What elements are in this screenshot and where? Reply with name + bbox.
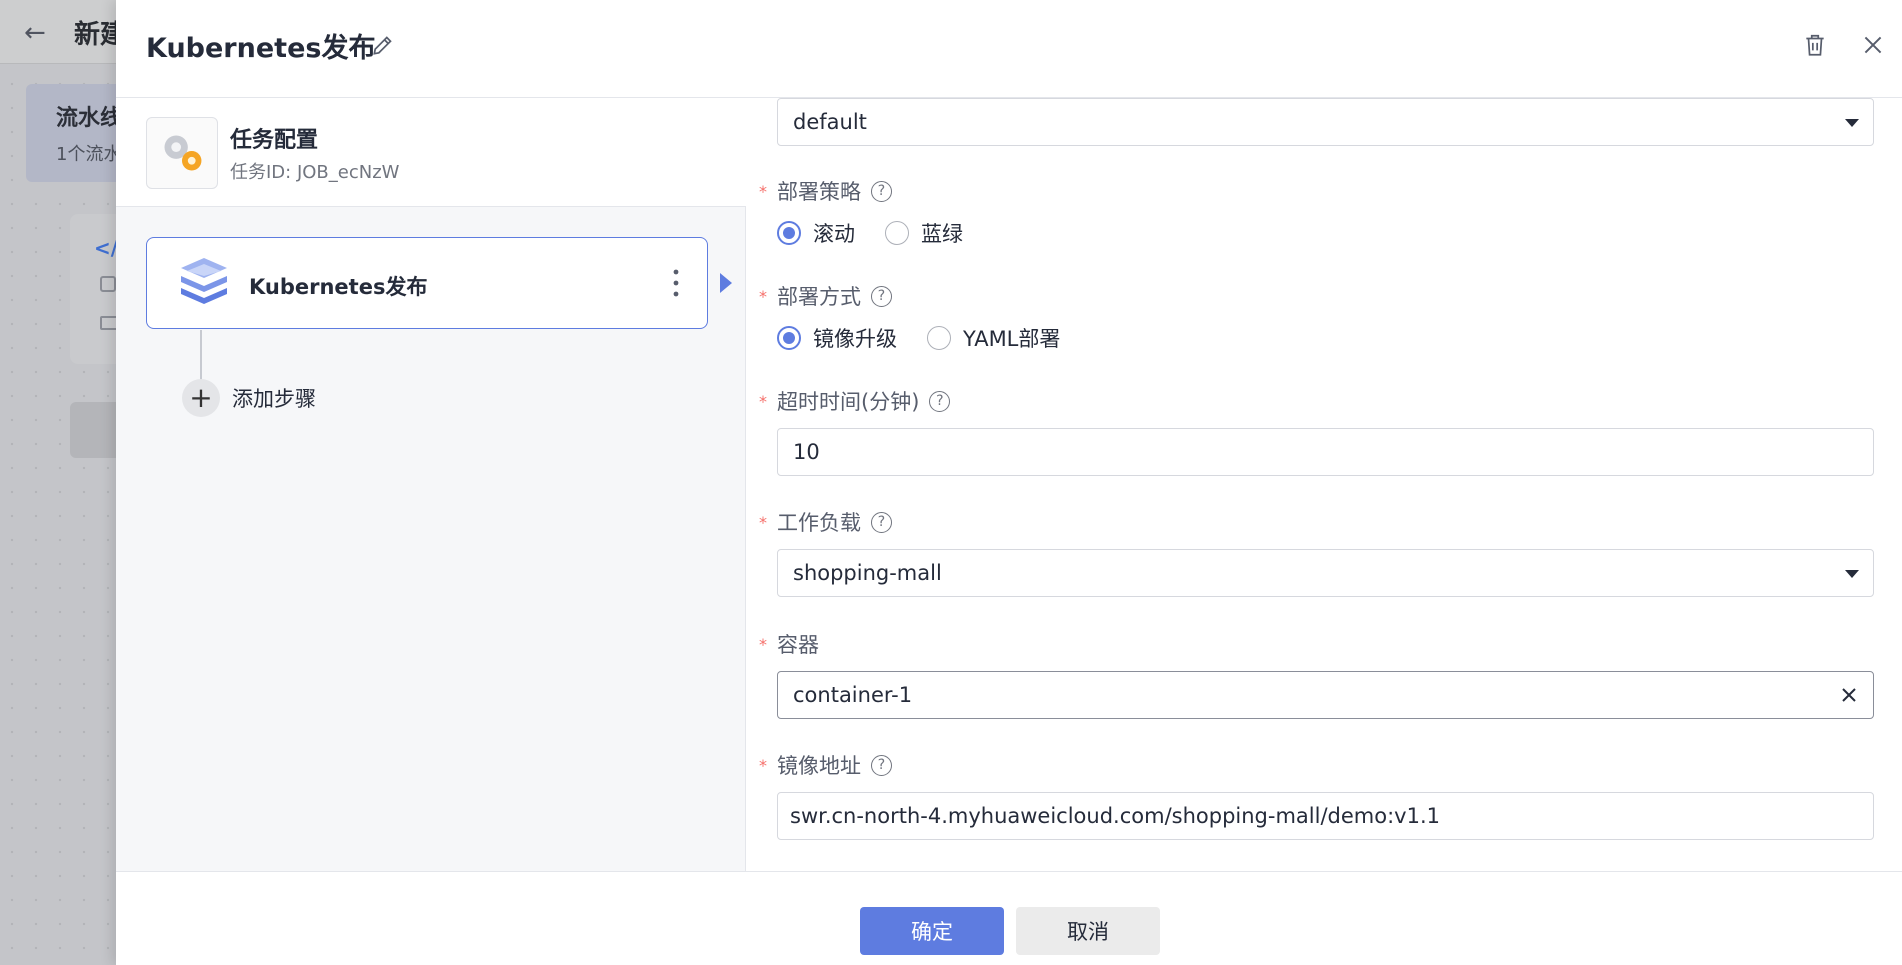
workload-label: * 工作负载 ? <box>759 507 892 537</box>
deploy-method-label: * 部署方式 ? <box>759 281 892 311</box>
task-steps-panel: 任务配置 任务ID: JOB_ecNzW Kubernetes发布 + 添加步骤 <box>116 98 746 871</box>
back-arrow-icon[interactable]: ← <box>24 18 46 48</box>
step-card-kubernetes[interactable]: Kubernetes发布 <box>146 237 708 329</box>
image-url-label: * 镜像地址 ? <box>759 750 892 780</box>
selected-step-arrow-icon <box>720 273 732 293</box>
more-vertical-icon[interactable] <box>671 268 681 298</box>
timeout-label: * 超时时间(分钟) ? <box>759 386 951 416</box>
workload-select[interactable]: shopping-mall <box>777 549 1874 597</box>
plus-icon: + <box>182 379 220 417</box>
step-name: Kubernetes发布 <box>249 275 428 299</box>
job-config-icon <box>146 117 218 189</box>
help-icon[interactable]: ? <box>929 390 951 412</box>
drawer-header: Kubernetes发布 <box>116 0 1902 98</box>
required-mark: * <box>759 755 767 775</box>
trash-icon[interactable] <box>1802 32 1828 58</box>
image-url-value: swr.cn-north-4.myhuaweicloud.com/shoppin… <box>790 804 1440 828</box>
radio-checked-icon <box>777 221 801 245</box>
radio-unchecked-icon <box>927 326 951 350</box>
required-mark: * <box>759 181 767 201</box>
clear-icon[interactable] <box>1837 683 1861 707</box>
required-mark: * <box>759 286 767 306</box>
dropdown-caret-icon <box>1845 570 1859 578</box>
radio-image-upgrade[interactable]: 镜像升级 <box>777 323 897 353</box>
dropdown-caret-icon <box>1845 119 1859 127</box>
background-branch-icon <box>100 276 116 292</box>
namespace-value: default <box>793 110 867 134</box>
help-icon[interactable]: ? <box>871 754 892 776</box>
job-id: 任务ID: JOB_ecNzW <box>230 162 400 183</box>
step-connector-line <box>200 330 202 382</box>
namespace-select[interactable]: default <box>777 98 1874 146</box>
deploy-method-radios: 镜像升级 YAML部署 <box>777 323 1090 353</box>
task-drawer: Kubernetes发布 任务配置 任务ID: JOB_ecNzW Kubern… <box>116 0 1902 965</box>
background-card-title: 流水线 <box>56 106 123 131</box>
required-mark: * <box>759 391 767 411</box>
kubernetes-stack-icon <box>181 258 227 304</box>
help-icon[interactable]: ? <box>871 180 892 202</box>
required-mark: * <box>759 634 767 654</box>
deploy-strategy-radios: 滚动 蓝绿 <box>777 218 993 248</box>
job-title: 任务配置 <box>230 128 319 153</box>
help-icon[interactable]: ? <box>871 511 892 533</box>
radio-blue-green[interactable]: 蓝绿 <box>885 218 963 248</box>
radio-yaml-deploy[interactable]: YAML部署 <box>927 323 1060 353</box>
image-url-input[interactable]: swr.cn-north-4.myhuaweicloud.com/shoppin… <box>777 792 1874 840</box>
radio-unchecked-icon <box>885 221 909 245</box>
container-label: * 容器 <box>759 633 819 657</box>
add-step-label: 添加步骤 <box>232 387 316 411</box>
background-card-subtitle: 1个流水 <box>56 144 122 165</box>
confirm-button[interactable]: 确定 <box>860 907 1004 955</box>
cancel-button[interactable]: 取消 <box>1016 907 1160 955</box>
add-step-button[interactable]: + 添加步骤 <box>182 378 316 418</box>
drawer-footer: 确定 取消 <box>116 871 1902 965</box>
drawer-title: Kubernetes发布 <box>146 33 376 64</box>
close-icon[interactable] <box>1860 32 1886 58</box>
container-value: container-1 <box>793 683 913 707</box>
job-header: 任务配置 任务ID: JOB_ecNzW <box>116 98 746 207</box>
required-mark: * <box>759 512 767 532</box>
background-code-icon: </ <box>94 236 119 260</box>
timeout-input[interactable]: 10 <box>777 428 1874 476</box>
timeout-value: 10 <box>793 440 820 464</box>
deploy-strategy-label: * 部署策略 ? <box>759 176 892 206</box>
edit-pencil-icon[interactable] <box>370 32 396 58</box>
step-config-form: default * 部署策略 ? 滚动 蓝绿 * 部署方式 ? 镜像升级 YAM… <box>747 98 1902 871</box>
help-icon[interactable]: ? <box>871 285 892 307</box>
container-select[interactable]: container-1 <box>777 671 1874 719</box>
radio-checked-icon <box>777 326 801 350</box>
workload-value: shopping-mall <box>793 561 942 585</box>
radio-rolling[interactable]: 滚动 <box>777 218 855 248</box>
